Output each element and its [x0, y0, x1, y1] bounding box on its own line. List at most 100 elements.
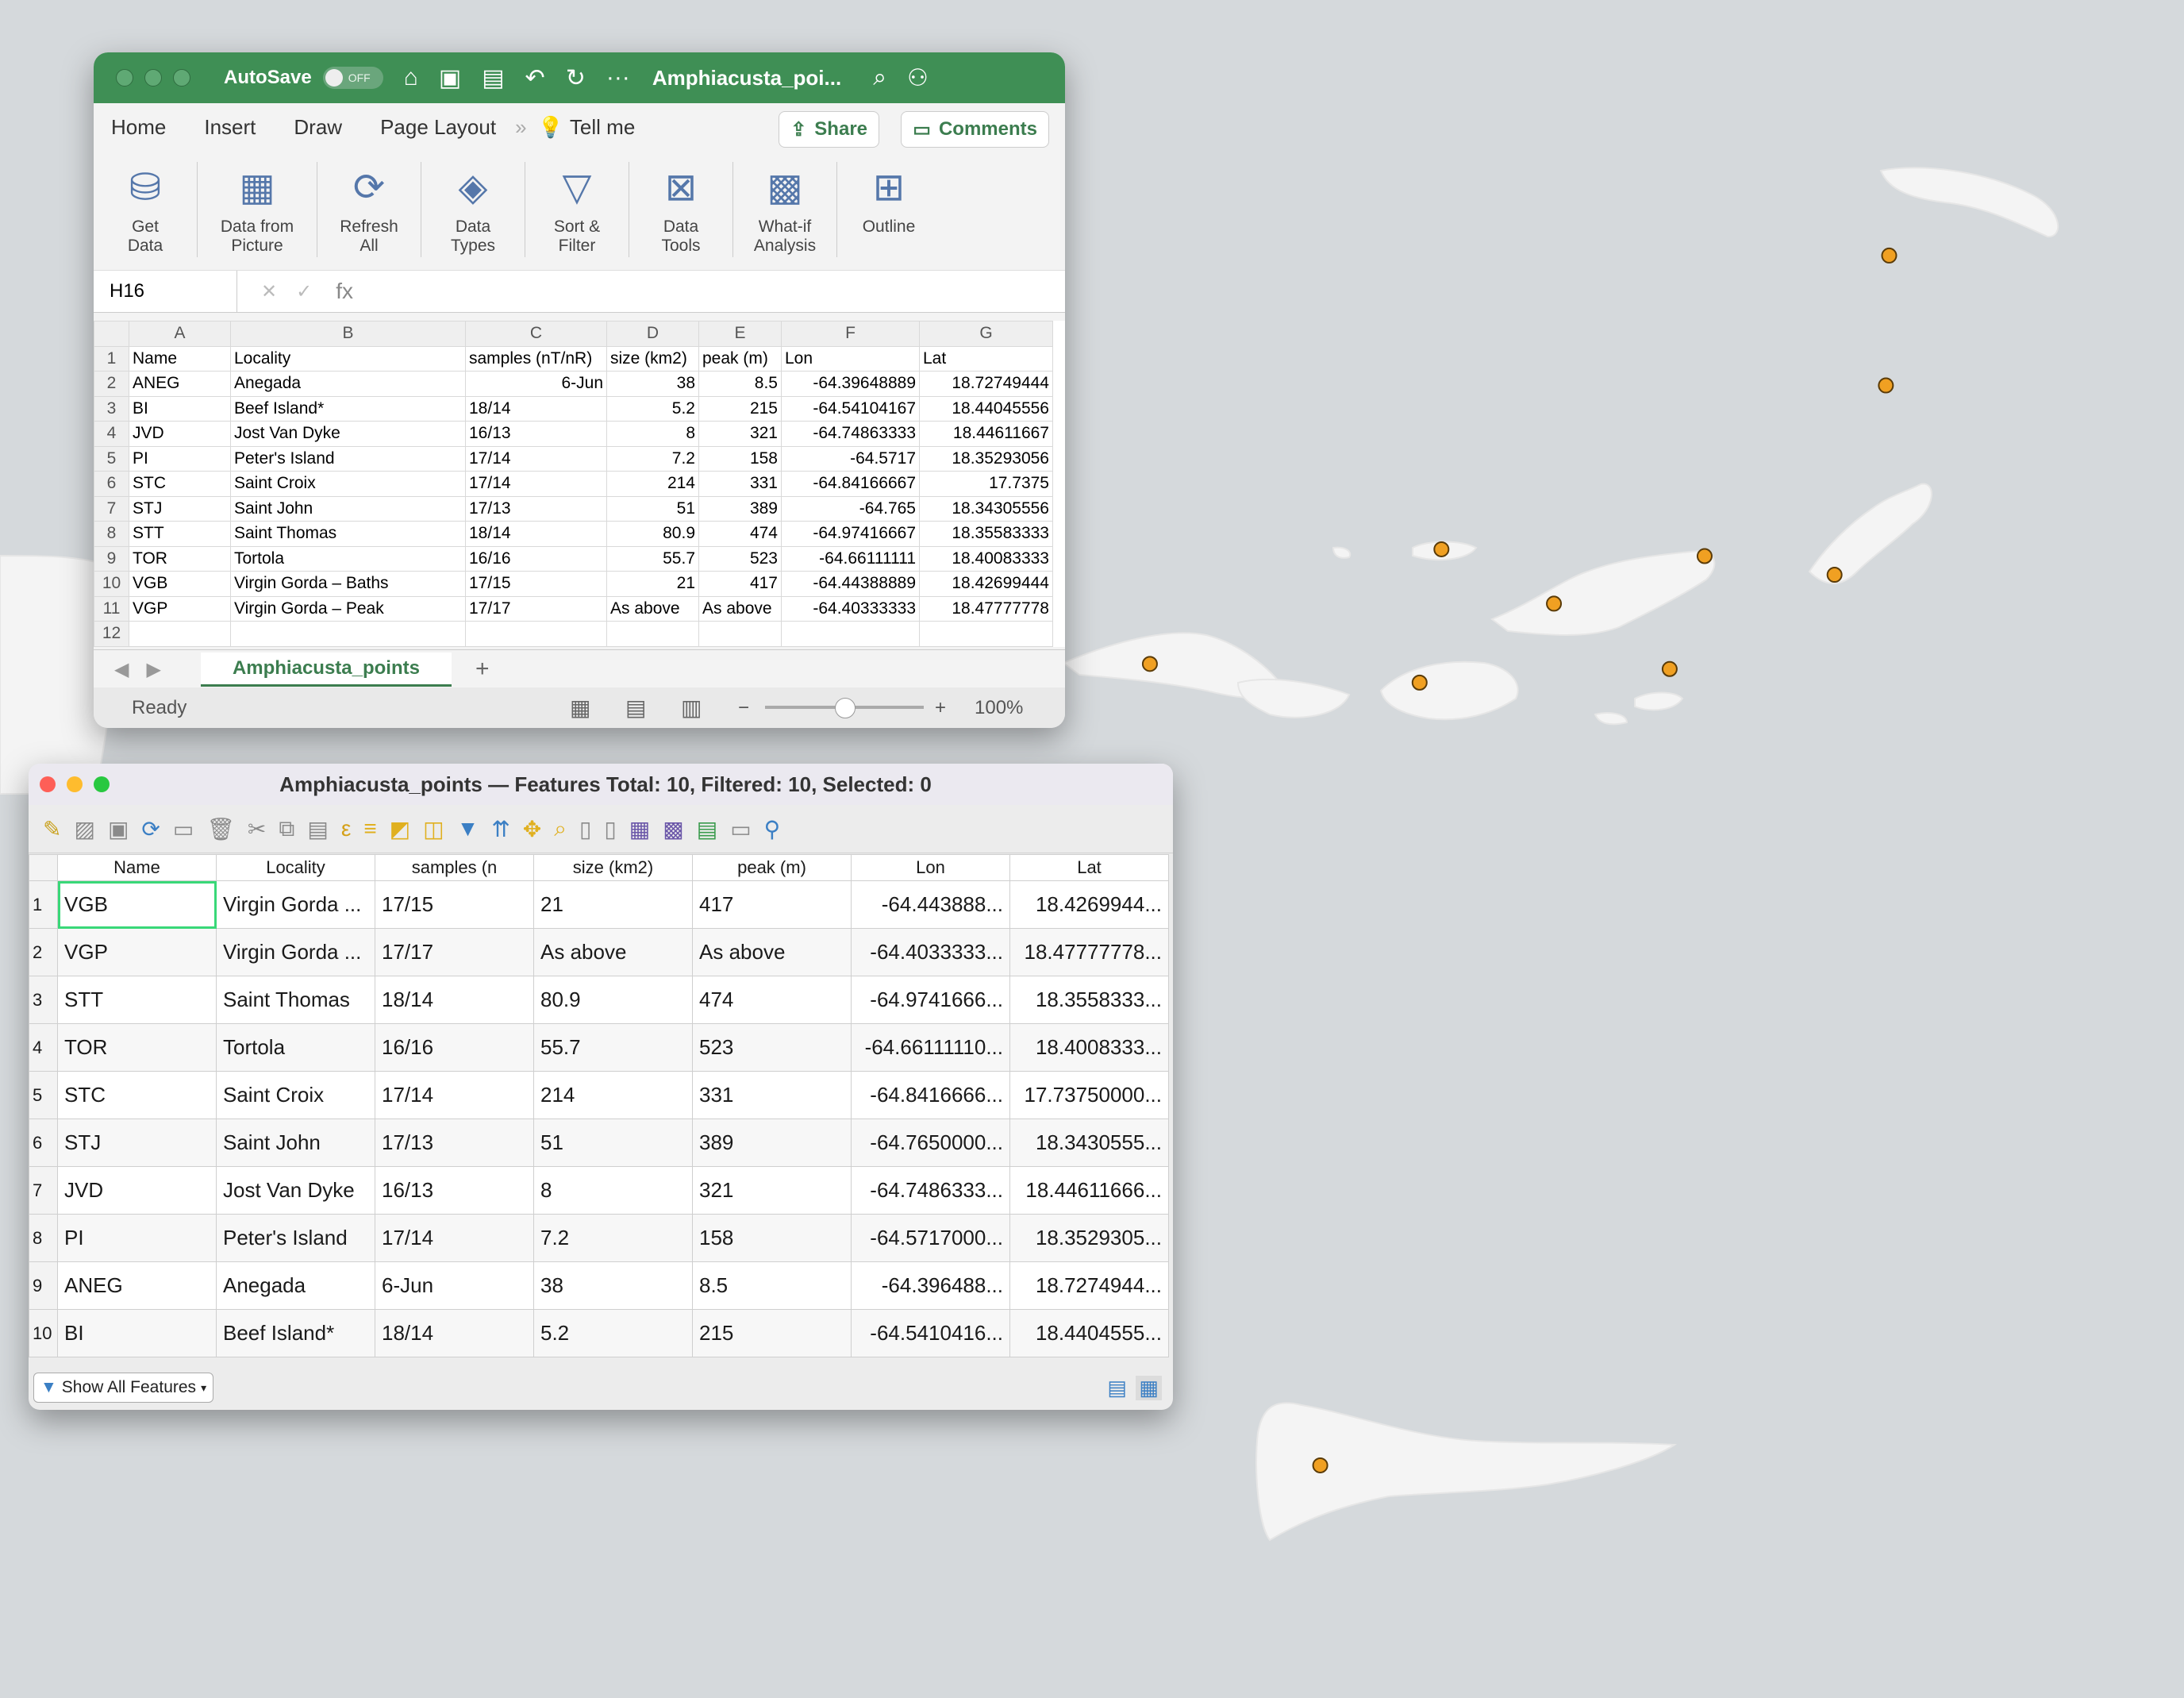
show-all-features-button[interactable]: ▼ Show All Features ▾: [33, 1373, 214, 1403]
zoom-button[interactable]: [173, 69, 190, 87]
sheet-cell[interactable]: 5.2: [606, 395, 699, 422]
name-box[interactable]: H16: [94, 271, 237, 312]
sheet-cell[interactable]: 55.7: [606, 545, 699, 572]
cut-icon[interactable]: ✂: [248, 816, 266, 842]
map-point-tor[interactable]: [1546, 595, 1563, 612]
table-cell[interactable]: STC: [57, 1071, 217, 1119]
sheet-cell[interactable]: Peter's Island: [230, 445, 466, 472]
autosave-toggle[interactable]: OFF: [322, 67, 383, 89]
table-cell[interactable]: TOR: [57, 1023, 217, 1072]
overflow-icon[interactable]: »: [515, 115, 526, 140]
row-header[interactable]: 6: [29, 1119, 58, 1167]
table-cell[interactable]: VGB: [57, 880, 217, 929]
table-cell[interactable]: 17.73750000...: [1009, 1071, 1169, 1119]
pan-to-selection-icon[interactable]: ✥: [523, 816, 541, 842]
tab-home[interactable]: Home: [94, 115, 185, 140]
sheet-cell[interactable]: Lat: [919, 345, 1053, 372]
attribute-table[interactable]: Name Locality samples (n size (km2) peak…: [29, 854, 1173, 1357]
select-expression-icon[interactable]: ε: [341, 816, 351, 841]
row-number[interactable]: 9: [94, 545, 129, 572]
sheet-cell[interactable]: Beef Island*: [230, 395, 466, 422]
sheet-cell[interactable]: 18.42699444: [919, 571, 1053, 597]
table-cell[interactable]: 7.2: [533, 1214, 693, 1262]
zoom-to-selection-icon[interactable]: ⌕: [554, 816, 567, 842]
add-sheet-button[interactable]: +: [475, 656, 490, 683]
table-cell[interactable]: BI: [57, 1309, 217, 1357]
table-cell[interactable]: 18.47777778...: [1009, 928, 1169, 976]
row-header[interactable]: 7: [29, 1166, 58, 1215]
data-tools-button[interactable]: ⊠ Data Tools: [629, 151, 732, 256]
share-button[interactable]: ⇪ Share: [779, 111, 879, 148]
table-cell[interactable]: 80.9: [533, 976, 693, 1024]
column-header[interactable]: A: [129, 321, 231, 347]
sheet-cell[interactable]: 17/15: [465, 571, 607, 597]
sheet-cell[interactable]: 417: [698, 571, 782, 597]
sheet-cell[interactable]: -64.40333333: [781, 595, 920, 622]
column-header[interactable]: peak (m): [692, 854, 852, 881]
sheet-cell[interactable]: 17.7375: [919, 471, 1053, 497]
sheet-cell[interactable]: -64.84166667: [781, 471, 920, 497]
sheet-cell[interactable]: VGB: [129, 571, 231, 597]
page-break-view-icon[interactable]: ▥: [681, 695, 702, 721]
table-cell[interactable]: 389: [692, 1119, 852, 1167]
row-number[interactable]: 11: [94, 595, 129, 622]
row-header[interactable]: 8: [29, 1214, 58, 1262]
tell-me[interactable]: Tell me: [570, 115, 635, 140]
row-number[interactable]: 5: [94, 445, 129, 472]
row-number[interactable]: 3: [94, 395, 129, 422]
sheet-cell[interactable]: 18.44045556: [919, 395, 1053, 422]
table-cell[interactable]: -64.4033333...: [851, 928, 1010, 976]
field-calculator-icon[interactable]: ▦: [629, 816, 650, 842]
page-layout-view-icon[interactable]: ▤: [625, 695, 646, 721]
sheet-cell[interactable]: [129, 621, 231, 647]
table-cell[interactable]: 6-Jun: [375, 1261, 534, 1310]
sheet-cell[interactable]: As above: [606, 595, 699, 622]
save-edits-icon[interactable]: ▣: [108, 816, 129, 842]
sheet-cell[interactable]: 523: [698, 545, 782, 572]
row-header[interactable]: 2: [29, 928, 58, 976]
zoom-button[interactable]: [94, 776, 110, 792]
sheet-cell[interactable]: -64.54104167: [781, 395, 920, 422]
new-field-icon[interactable]: ▯: [579, 816, 591, 842]
sheet-cell[interactable]: STT: [129, 521, 231, 547]
table-cell[interactable]: 18.7274944...: [1009, 1261, 1169, 1310]
paste-icon[interactable]: ▤: [307, 816, 328, 842]
table-cell[interactable]: -64.7650000...: [851, 1119, 1010, 1167]
sheet-cell[interactable]: 8.5: [698, 371, 782, 397]
zoom-in-button[interactable]: +: [935, 697, 946, 719]
table-cell[interactable]: 214: [533, 1071, 693, 1119]
search-icon[interactable]: ⌕: [873, 64, 886, 91]
table-cell[interactable]: JVD: [57, 1166, 217, 1215]
row-header[interactable]: 9: [29, 1261, 58, 1310]
data-types-button[interactable]: ◈ Data Types: [421, 151, 525, 256]
table-cell[interactable]: 18.4404555...: [1009, 1309, 1169, 1357]
map-point-stt[interactable]: [1141, 656, 1158, 672]
actions-icon[interactable]: ▤: [697, 816, 717, 842]
sheet-cell[interactable]: [465, 621, 607, 647]
sheet-cell[interactable]: Saint Croix: [230, 471, 466, 497]
sheet-cell[interactable]: 215: [698, 395, 782, 422]
column-header[interactable]: Name: [57, 854, 217, 881]
column-header[interactable]: Lat: [1009, 854, 1169, 881]
row-number[interactable]: 12: [94, 621, 129, 647]
multi-edit-icon[interactable]: ▨: [74, 816, 94, 842]
table-cell[interactable]: 158: [692, 1214, 852, 1262]
row-header[interactable]: 5: [29, 1071, 58, 1119]
redo-icon[interactable]: ↻: [566, 64, 586, 92]
table-cell[interactable]: -64.7486333...: [851, 1166, 1010, 1215]
map-point-vgp[interactable]: [1878, 377, 1894, 394]
table-cell[interactable]: 18.3430555...: [1009, 1119, 1169, 1167]
search-icon[interactable]: ⚲: [764, 816, 781, 842]
sheet-cell[interactable]: -64.97416667: [781, 521, 920, 547]
table-cell[interactable]: 215: [692, 1309, 852, 1357]
excel-window[interactable]: AutoSave OFF ⌂ ▣ ▤ ↶ ↻ ··· Amphiacusta_p…: [94, 52, 1065, 728]
sheet-cell[interactable]: Name: [129, 345, 231, 372]
sheet-cell[interactable]: 389: [698, 495, 782, 522]
fx-icon[interactable]: fx: [336, 279, 353, 304]
prev-sheet-icon[interactable]: ◀: [114, 658, 129, 681]
table-cell[interactable]: Saint Thomas: [216, 976, 375, 1024]
next-sheet-icon[interactable]: ▶: [146, 658, 160, 681]
sheet-cell[interactable]: -64.44388889: [781, 571, 920, 597]
row-number[interactable]: 10: [94, 571, 129, 597]
table-cell[interactable]: -64.66111110...: [851, 1023, 1010, 1072]
